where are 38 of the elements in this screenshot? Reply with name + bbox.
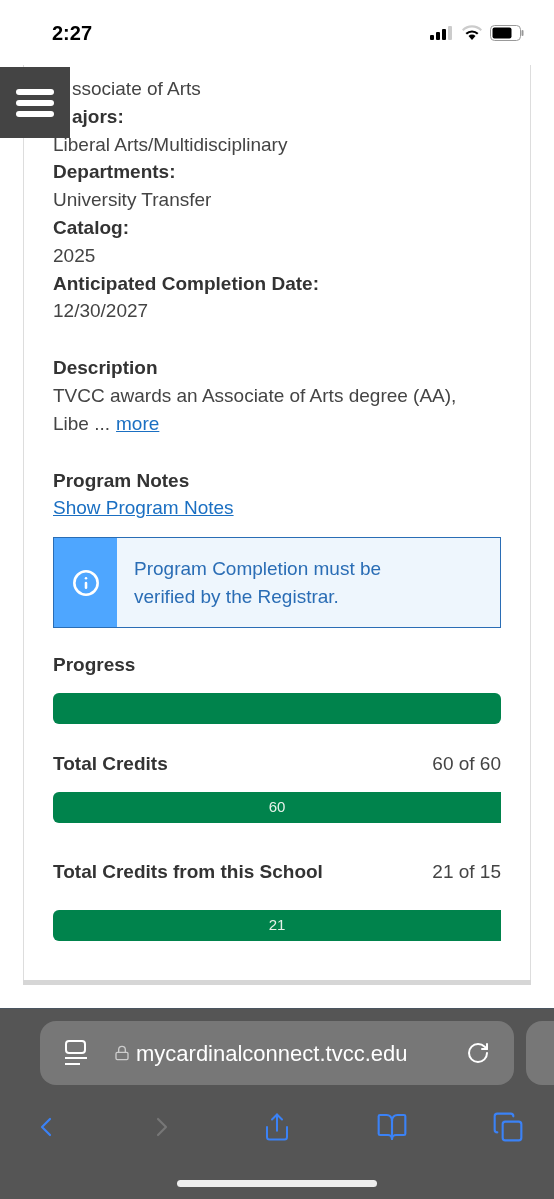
progress-bar-fill: 21 xyxy=(53,909,501,941)
field-label: Anticipated Completion Date: xyxy=(53,272,319,294)
section-heading: Program Notes xyxy=(53,469,190,491)
signal-icon xyxy=(430,25,454,40)
description-text: TVCC awards an Associate of Arts degree (AA), xyxy=(53,384,457,406)
field-value: University Transfer xyxy=(53,189,212,211)
address-bar[interactable]: mycardinalconnect.tvcc.edu xyxy=(40,1021,514,1085)
lock-icon xyxy=(114,1045,130,1061)
description-text: Libe ... xyxy=(53,411,111,436)
book-icon[interactable] xyxy=(376,1111,408,1143)
section-heading: Progress xyxy=(53,654,136,676)
clock-time: 2:27 xyxy=(52,20,93,46)
credits-reading: 21 of 15 xyxy=(432,859,501,884)
reader-icon[interactable] xyxy=(64,1040,88,1066)
alert-text: Program Completion must be verified by the Registrar. xyxy=(134,556,383,609)
menu-button[interactable] xyxy=(0,67,70,138)
url-text: mycardinalconnect.tvcc.edu xyxy=(136,1039,408,1068)
battery-icon xyxy=(490,24,524,41)
tabs-icon[interactable] xyxy=(492,1111,524,1143)
reload-icon[interactable] xyxy=(466,1041,490,1065)
credits-reading: 60 of 60 xyxy=(432,751,501,776)
field-label: Catalog: xyxy=(53,217,129,238)
menu-icon xyxy=(16,88,54,117)
field-value: 12/30/2027 xyxy=(53,300,149,322)
tab-bar-edge xyxy=(526,1021,554,1085)
field-value: ssociate of Arts xyxy=(72,78,201,99)
field-value: 2025 xyxy=(53,244,96,266)
wifi-icon xyxy=(461,25,483,40)
field-label: ajors: xyxy=(72,105,124,127)
show-notes-link[interactable]: Show Program Notes xyxy=(53,497,234,519)
progress-bar-fill: 60 xyxy=(53,791,501,823)
section-heading: Description xyxy=(53,357,158,379)
credits-label: Total Credits from this School xyxy=(53,859,323,884)
info-icon xyxy=(71,568,100,597)
field-label: Departments: xyxy=(53,161,176,183)
more-link[interactable]: more xyxy=(116,409,160,438)
credits-label: Total Credits xyxy=(53,751,168,776)
field-value: Liberal Arts/Multidisciplinary xyxy=(53,133,288,155)
